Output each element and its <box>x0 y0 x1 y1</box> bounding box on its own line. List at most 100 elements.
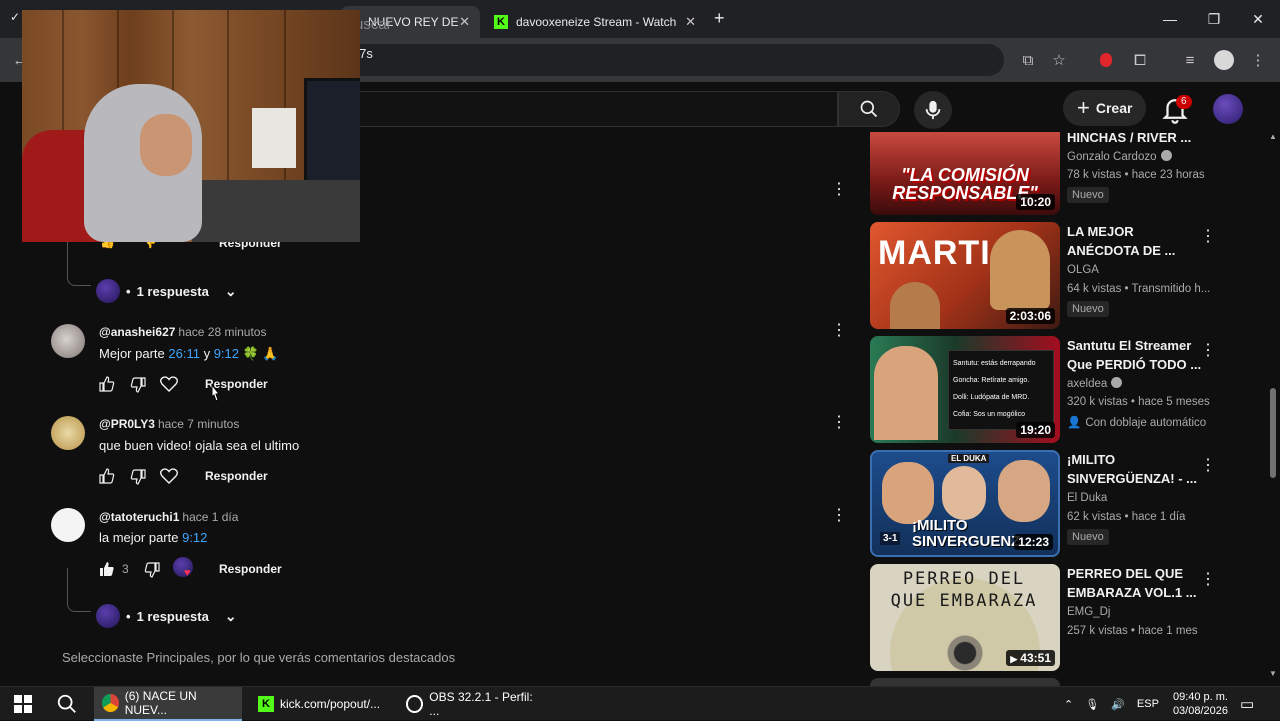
page-scrollbar[interactable]: ▲ ▼ <box>1266 132 1280 680</box>
dislike-icon[interactable] <box>144 562 160 578</box>
restore-button[interactable]: ❐ <box>1192 0 1236 38</box>
scroll-down-arrow-icon[interactable]: ▼ <box>1269 669 1277 678</box>
view-replies-button[interactable]: • 1 respuesta ⌄ <box>96 279 237 303</box>
taskbar-kick[interactable]: K kick.com/popout/... <box>250 687 390 721</box>
timestamp-link[interactable]: 26:11 <box>168 346 200 361</box>
heart-icon[interactable] <box>160 468 178 484</box>
video-channel[interactable]: OLGA <box>1067 264 1099 276</box>
profile-avatar-icon[interactable] <box>1212 48 1236 72</box>
tray-overflow-icon[interactable]: ⌃ <box>1064 698 1073 711</box>
browser-menu-icon[interactable]: ⋮ <box>1246 48 1270 72</box>
tab-close-icon[interactable]: ✕ <box>459 14 470 30</box>
account-avatar[interactable] <box>1213 94 1243 124</box>
close-window-button[interactable]: ✕ <box>1236 0 1280 38</box>
language-indicator[interactable]: ESP <box>1137 698 1159 710</box>
video-menu-icon[interactable]: ⋮ <box>1200 340 1216 360</box>
video-channel[interactable]: EMG_Dj <box>1067 606 1110 618</box>
video-title[interactable]: ¡MILITO SINVERGÜENZA! - ... <box>1067 450 1202 488</box>
install-app-icon[interactable]: ⧉ <box>1016 48 1040 72</box>
microphone-icon <box>925 100 941 120</box>
thread-connector <box>67 242 91 286</box>
timestamp-link[interactable]: 9:12 <box>214 346 239 361</box>
new-tab-button[interactable]: + <box>714 8 725 29</box>
search-icon <box>860 100 878 118</box>
scroll-up-arrow-icon[interactable]: ▲ <box>1269 132 1277 141</box>
channel-name[interactable]: axeldea <box>1067 378 1107 390</box>
author-handle[interactable]: @anashei627 <box>99 325 175 339</box>
verified-icon <box>1160 150 1172 161</box>
clock[interactable]: 09:40 p. m. 03/08/2026 <box>1166 687 1228 721</box>
extensions-puzzle-icon[interactable]: ⧠ <box>1128 48 1152 72</box>
clock-time: 09:40 p. m. <box>1172 691 1228 703</box>
taskbar-search-button[interactable] <box>48 687 86 721</box>
dislike-icon[interactable] <box>130 469 146 485</box>
video-channel[interactable]: axeldea <box>1067 377 1123 390</box>
video-title[interactable]: LA MEJOR ANÉCDOTA DE ... <box>1067 222 1202 260</box>
start-button[interactable] <box>6 687 40 721</box>
heart-icon[interactable] <box>160 376 178 392</box>
comment-author[interactable]: @tatoteruchi1 hace 1 día <box>99 510 238 524</box>
like-icon[interactable] <box>99 376 115 392</box>
volume-icon[interactable]: 🔊 <box>1111 698 1125 711</box>
like-icon[interactable] <box>99 468 115 484</box>
dislike-icon[interactable] <box>130 377 146 393</box>
taskbar-chrome[interactable]: (6) NACE UN NUEV... <box>94 687 242 721</box>
video-title[interactable]: PERREO DEL QUE EMBARAZA VOL.1 ... <box>1067 564 1202 602</box>
channel-name[interactable]: Gonzalo Cardozo <box>1067 151 1157 163</box>
comment-menu-icon[interactable]: ⋮ <box>831 414 847 432</box>
notification-center-icon[interactable]: ▭ <box>1240 687 1254 721</box>
dubbing-text: Con doblaje automático <box>1085 417 1207 429</box>
comment-menu-icon[interactable]: ⋮ <box>831 322 847 340</box>
video-thumbnail[interactable]: Santutu: estás derrapando Goncha: Retíra… <box>870 336 1060 443</box>
taskbar-obs[interactable]: OBS 32.2.1 - Perfil: ... <box>398 687 548 721</box>
timestamp-link[interactable]: 9:12 <box>182 530 207 545</box>
comment-text: que buen video! ojala sea el ultimo <box>99 438 300 453</box>
webcam-overlay <box>22 10 360 242</box>
author-handle[interactable]: @tatoteruchi1 <box>99 510 179 524</box>
create-button[interactable]: + Crear <box>1063 90 1147 126</box>
extension-red-icon[interactable] <box>1094 48 1118 72</box>
video-duration: ▶ 43:51 <box>1006 650 1055 666</box>
video-channel[interactable]: Gonzalo Cardozo <box>1067 150 1172 163</box>
video-channel[interactable]: El Duka <box>1067 492 1107 504</box>
video-thumbnail[interactable]: EL DUKA ¡MILITO SINVERGUENZ 3-1 12:23 <box>870 450 1060 557</box>
video-menu-icon[interactable]: ⋮ <box>1200 226 1216 246</box>
text-segment: y <box>199 346 214 361</box>
tab-kick[interactable]: K davooxeneize Stream - Watch L ✕ <box>484 6 706 38</box>
video-thumbnail[interactable]: "LA COMISIÓN RESPONSABLE" 10:20 <box>870 132 1060 215</box>
tab-close-icon[interactable]: ✕ <box>685 14 696 30</box>
avatar[interactable] <box>51 508 85 542</box>
bookmark-star-icon[interactable]: ☆ <box>1047 48 1071 72</box>
comment-menu-icon[interactable]: ⋮ <box>831 181 847 199</box>
new-badge: Nuevo <box>1067 301 1109 317</box>
next-video-thumbnail[interactable] <box>870 678 1060 686</box>
comment-time: hace 28 minutos <box>178 325 267 339</box>
avatar[interactable] <box>51 324 85 358</box>
media-controls-icon[interactable]: ≡ <box>1178 48 1202 72</box>
avatar[interactable] <box>51 416 85 450</box>
author-handle[interactable]: @PR0LY3 <box>99 417 155 431</box>
replies-label: 1 respuesta <box>136 608 209 624</box>
comment-author[interactable]: @anashei627 hace 28 minutos <box>99 325 266 339</box>
reply-button[interactable]: Responder <box>219 562 282 576</box>
minimize-button[interactable]: — <box>1148 0 1192 38</box>
reply-button[interactable]: Responder <box>205 469 268 483</box>
video-menu-icon[interactable]: ⋮ <box>1200 455 1216 475</box>
microphone-tray-icon[interactable]: 🎙 <box>1085 698 1099 711</box>
search-button[interactable] <box>838 91 900 127</box>
voice-search-button[interactable] <box>914 91 952 129</box>
view-replies-button[interactable]: • 1 respuesta ⌄ <box>96 604 237 628</box>
comment-author[interactable]: @PR0LY3 hace 7 minutos <box>99 417 239 431</box>
comment-menu-icon[interactable]: ⋮ <box>831 507 847 525</box>
video-title[interactable]: HINCHAS / RIVER ... <box>1067 128 1202 147</box>
scroll-thumb[interactable] <box>1270 388 1276 478</box>
video-thumbnail[interactable]: PERREO DEL QUE EMBARAZA ▶ 43:51 <box>870 564 1060 671</box>
like-icon[interactable] <box>99 561 115 577</box>
clock-date: 03/08/2026 <box>1172 705 1228 717</box>
person-voice-icon: 👤 <box>1067 417 1082 429</box>
video-thumbnail[interactable]: MARTI 2:03:06 <box>870 222 1060 329</box>
video-title[interactable]: Santutu El Streamer Que PERDIÓ TODO ... <box>1067 336 1202 374</box>
video-menu-icon[interactable]: ⋮ <box>1200 569 1216 589</box>
reply-avatar <box>96 279 120 303</box>
mouse-cursor-icon <box>211 383 221 402</box>
